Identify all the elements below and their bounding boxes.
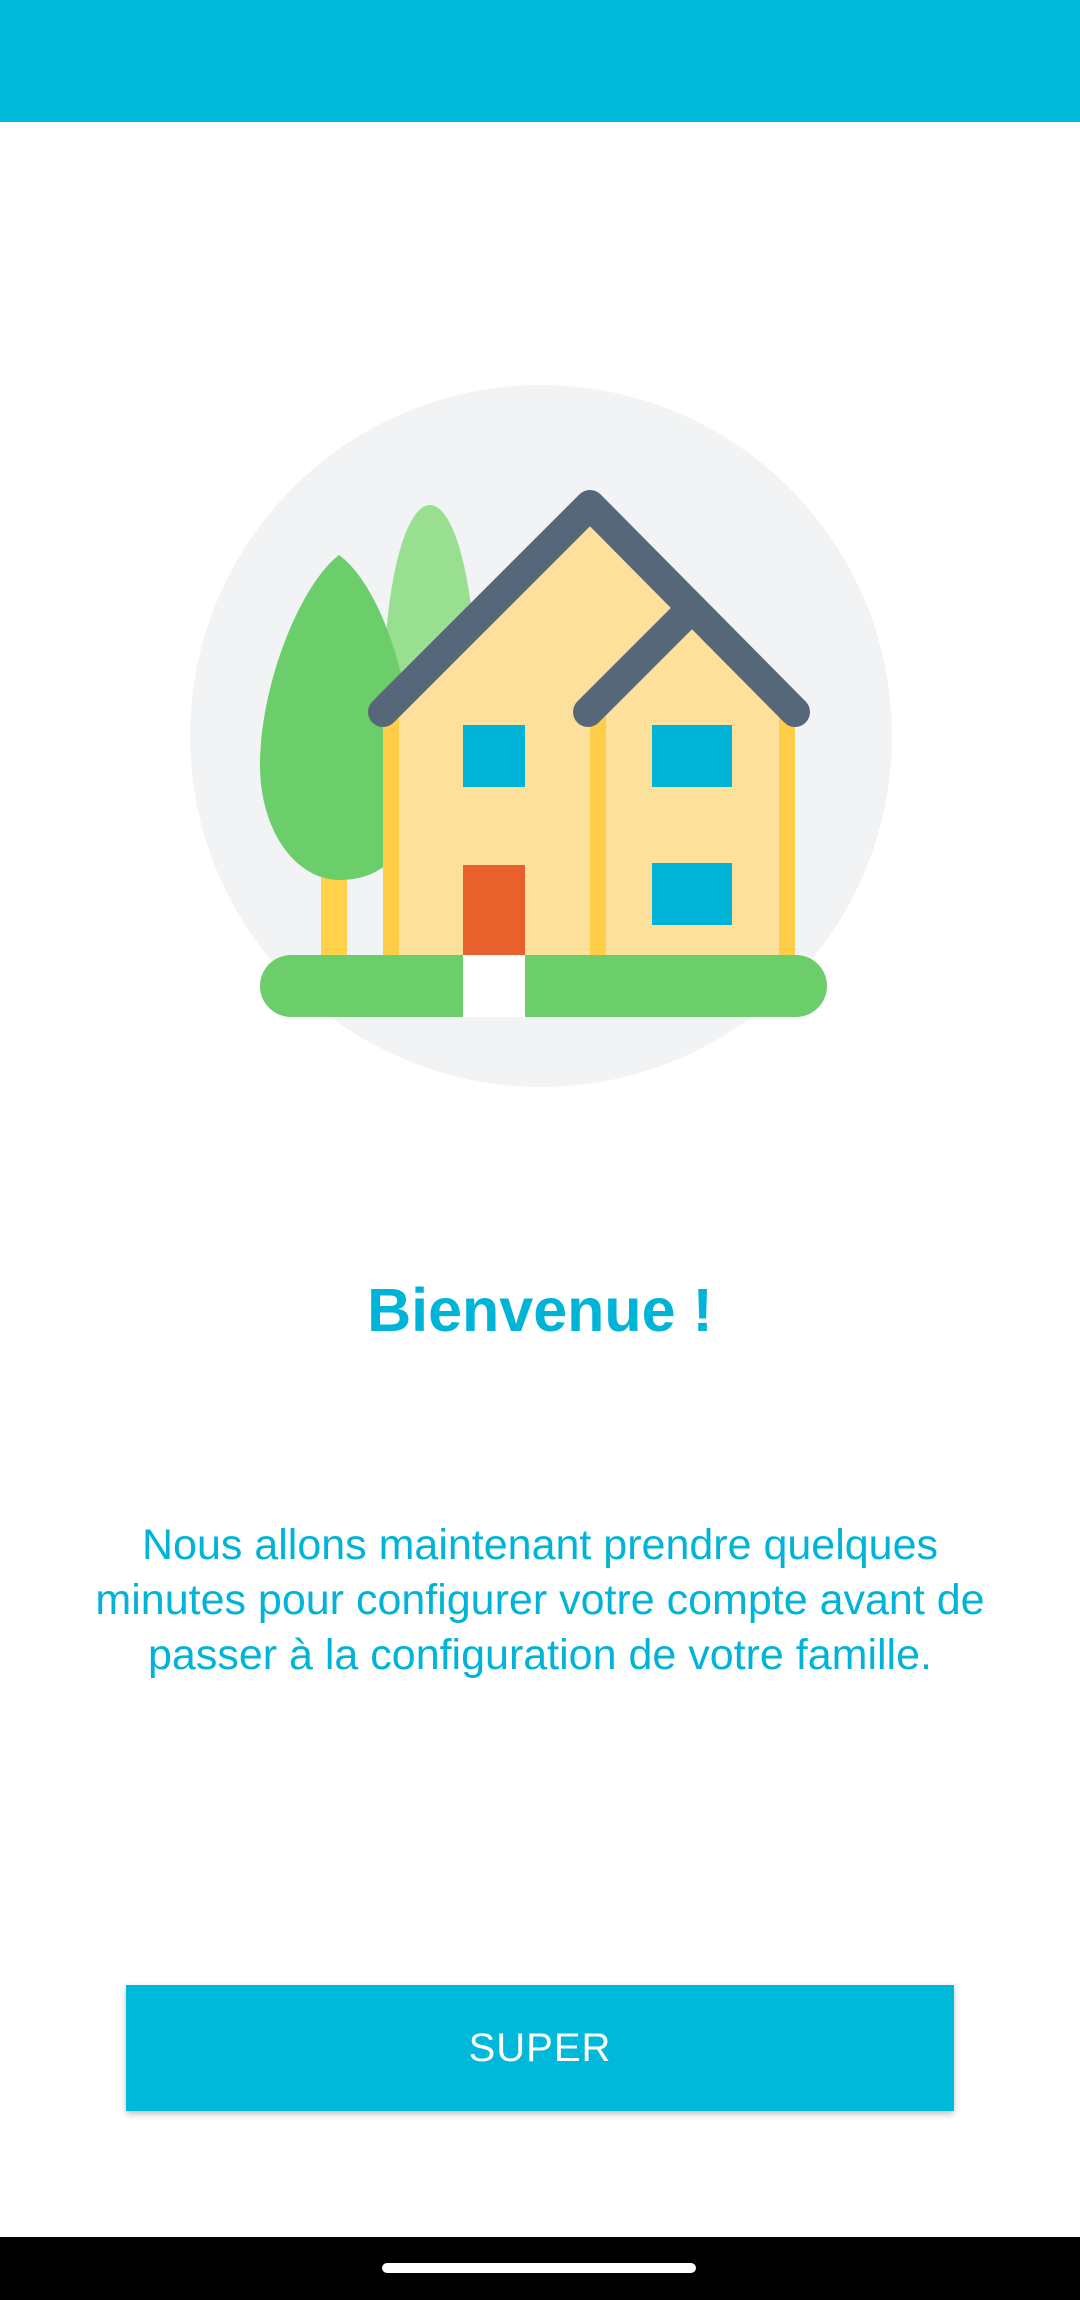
welcome-title: Bienvenue ! bbox=[367, 1276, 713, 1344]
super-button[interactable]: SUPER bbox=[126, 1985, 954, 2111]
house-with-trees-icon bbox=[190, 385, 892, 1087]
welcome-message: Nous allons maintenant prendre quelques … bbox=[95, 1521, 985, 1679]
house-illustration bbox=[190, 385, 892, 1087]
home-indicator[interactable] bbox=[382, 2263, 696, 2273]
status-bar bbox=[0, 0, 1080, 122]
